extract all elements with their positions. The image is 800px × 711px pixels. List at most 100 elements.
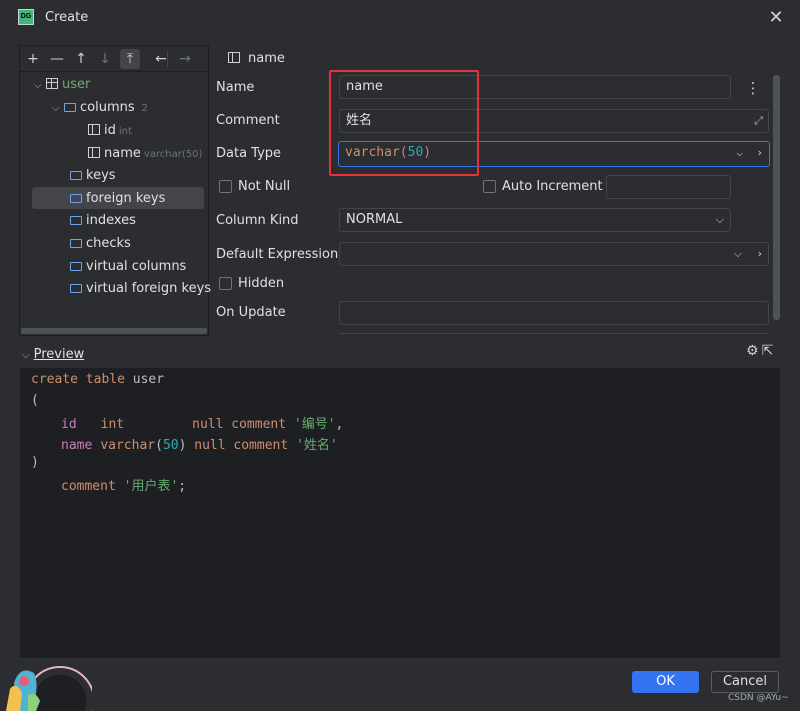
cancel-button[interactable]: Cancel xyxy=(711,671,779,693)
sql-preview-editor[interactable]: create table user ( id int null comment '编… xyxy=(19,367,781,659)
move-down-icon[interactable]: ↓ xyxy=(95,49,115,69)
comment-input-value: 姓名 xyxy=(346,113,373,128)
data-type-combobox[interactable]: varchar(50) ⌵ › xyxy=(338,141,770,167)
mascot-sticker-image xyxy=(6,666,92,711)
column-kind-label: Column Kind xyxy=(216,213,299,228)
name-input[interactable]: name xyxy=(339,75,731,99)
data-type-base: varchar xyxy=(345,145,400,160)
auto-increment-checkbox[interactable] xyxy=(483,180,496,193)
close-icon[interactable]: ✕ xyxy=(766,9,786,29)
minus-icon[interactable]: — xyxy=(47,49,67,69)
move-up-icon[interactable]: ↑ xyxy=(71,49,91,69)
column-icon xyxy=(88,124,100,135)
expand-icon[interactable]: ⤢ xyxy=(754,110,763,132)
code-line-1: create table user xyxy=(31,372,165,387)
folder-icon xyxy=(70,284,82,293)
table-icon xyxy=(46,78,58,89)
auto-increment-label: Auto Increment xyxy=(502,179,603,194)
data-type-open-paren: ( xyxy=(399,145,408,160)
structure-tree-panel: + — ↑ ↓ ⤒ ← → ⌵ user ⌵ columns 2 id int name… xyxy=(19,45,211,336)
tree-item-label: keys xyxy=(86,168,116,183)
folder-icon xyxy=(70,262,82,271)
column-icon xyxy=(88,147,100,158)
tree-item-virtual-columns[interactable]: virtual columns xyxy=(70,256,186,278)
gear-icon[interactable]: ⚙ xyxy=(746,343,759,359)
folder-icon xyxy=(70,171,82,180)
tree-item-virtual-foreign-keys[interactable]: virtual foreign keys xyxy=(70,278,211,300)
default-expression-label: Default Expression xyxy=(216,247,339,262)
watermark-text: CSDN @AYu~ xyxy=(728,693,789,703)
tree-item-label: user xyxy=(62,77,91,92)
title-bar: DG Create ✕ xyxy=(0,0,800,36)
tree-item-column-id[interactable]: id int xyxy=(88,120,132,142)
column-icon xyxy=(228,52,240,63)
name-input-value: name xyxy=(346,79,383,94)
ok-button[interactable]: OK xyxy=(632,671,699,693)
column-type-hint: varchar(50) xyxy=(143,149,203,160)
column-type-hint: int xyxy=(118,126,132,137)
chevron-down-icon[interactable]: ⌵ xyxy=(22,350,30,361)
tree-item-label: virtual columns xyxy=(86,259,187,274)
not-null-label: Not Null xyxy=(238,179,291,194)
columns-count: 2 xyxy=(141,103,149,114)
column-kind-value: NORMAL xyxy=(346,212,403,227)
data-type-close-paren: ) xyxy=(423,145,432,160)
default-expression-combobox[interactable]: ⌵ › xyxy=(339,242,769,266)
tree-item-indexes[interactable]: indexes xyxy=(70,210,136,232)
tree-item-label: columns xyxy=(80,100,135,115)
chevron-down-icon[interactable]: ⌵ xyxy=(734,243,742,265)
code-line-4: name varchar(50) null comment '姓名' xyxy=(61,438,338,453)
datagrip-logo-icon: DG xyxy=(18,9,34,25)
chevron-down-icon[interactable]: ⌵ xyxy=(716,209,724,231)
tree-horizontal-scrollbar[interactable] xyxy=(21,328,207,334)
more-options-icon[interactable]: ⋮ xyxy=(745,78,761,98)
dialog-title: Create xyxy=(45,10,89,25)
tree-item-checks[interactable]: checks xyxy=(70,233,131,255)
chevron-down-icon[interactable]: ⌵ xyxy=(34,75,46,97)
tree-item-label: foreign keys xyxy=(86,191,166,206)
move-to-top-icon[interactable]: ⤒ xyxy=(120,49,140,69)
not-null-checkbox[interactable] xyxy=(219,180,232,193)
name-label: Name xyxy=(216,80,255,95)
folder-icon xyxy=(64,103,76,112)
forward-arrow-icon[interactable]: → xyxy=(175,49,195,69)
tree-item-label: checks xyxy=(86,236,131,251)
form-vertical-scrollbar[interactable] xyxy=(773,75,780,320)
on-update-input[interactable] xyxy=(339,301,769,325)
tree-item-label: name xyxy=(104,146,141,161)
comment-label: Comment xyxy=(216,113,280,128)
preview-toggle[interactable]: ⌵ Preview xyxy=(22,347,84,362)
chevron-right-icon[interactable]: › xyxy=(758,243,762,265)
folder-icon xyxy=(70,216,82,225)
auto-increment-input[interactable] xyxy=(606,175,731,199)
next-field-edge xyxy=(339,333,769,335)
tree-item-user[interactable]: ⌵ user xyxy=(34,74,90,96)
tree-item-foreign-keys[interactable]: foreign keys xyxy=(70,188,165,210)
hidden-label: Hidden xyxy=(238,276,285,291)
tree-item-label: indexes xyxy=(86,213,136,228)
preview-label: Preview xyxy=(33,347,85,362)
code-line-2: ( xyxy=(31,393,39,408)
data-type-size: 50 xyxy=(407,145,424,160)
preview-tools: ⚙ ⇱ xyxy=(746,343,773,359)
column-kind-select[interactable]: NORMAL ⌵ xyxy=(339,208,731,232)
tree-item-label: virtual foreign keys xyxy=(86,281,212,296)
folder-icon xyxy=(70,194,82,203)
tree-item-keys[interactable]: keys xyxy=(70,165,116,187)
data-type-label: Data Type xyxy=(216,146,282,161)
chevron-down-icon[interactable]: ⌵ xyxy=(52,98,64,120)
tree-item-column-name[interactable]: name varchar(50) xyxy=(88,143,202,165)
chevron-right-icon[interactable]: › xyxy=(756,142,763,164)
code-line-3: id int null comment '编号', xyxy=(61,417,344,432)
selected-column-header: name xyxy=(228,51,285,67)
chevron-down-icon[interactable]: ⌵ xyxy=(736,142,743,164)
comment-input[interactable]: 姓名 ⤢ xyxy=(339,109,769,133)
open-external-icon[interactable]: ⇱ xyxy=(762,343,774,359)
tree-item-columns[interactable]: ⌵ columns 2 xyxy=(52,97,148,119)
tree-toolbar: + — ↑ ↓ ⤒ ← → xyxy=(20,46,208,72)
code-line-5: ) xyxy=(31,455,39,470)
back-arrow-icon[interactable]: ← xyxy=(151,49,171,69)
plus-icon[interactable]: + xyxy=(23,49,43,69)
selected-column-name: name xyxy=(248,51,285,66)
hidden-checkbox[interactable] xyxy=(219,277,232,290)
